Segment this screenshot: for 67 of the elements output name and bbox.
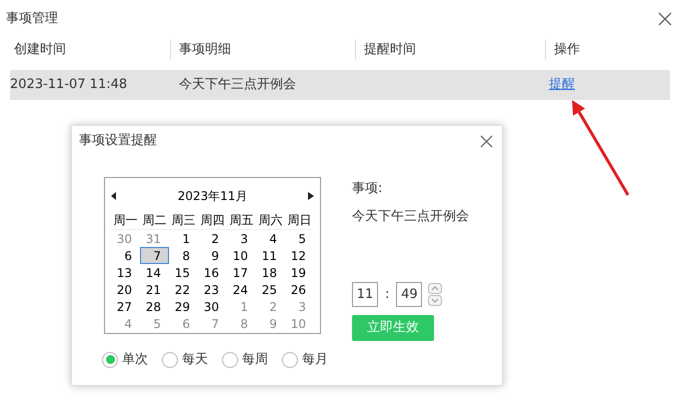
calendar-day[interactable]: 6 bbox=[111, 247, 140, 264]
item-text: 今天下午三点开例会 bbox=[352, 208, 469, 226]
calendar-day[interactable]: 15 bbox=[169, 264, 198, 281]
calendar-day[interactable]: 30 bbox=[198, 298, 227, 315]
radio-label: 每周 bbox=[242, 351, 268, 369]
table-cell: 2023-11-07 11:48 bbox=[10, 77, 128, 92]
column-header: 创建时间 bbox=[14, 41, 66, 60]
next-month-icon[interactable] bbox=[308, 192, 314, 200]
radio-button[interactable] bbox=[102, 352, 118, 368]
previous-month-icon[interactable] bbox=[111, 192, 117, 200]
radio-label: 每月 bbox=[302, 351, 328, 369]
minute-field[interactable]: 49 bbox=[396, 282, 422, 307]
calendar-day[interactable]: 22 bbox=[169, 281, 198, 298]
column-header: 事项明细 bbox=[179, 41, 231, 60]
calendar-day[interactable]: 13 bbox=[111, 264, 140, 281]
calendar-day[interactable]: 12 bbox=[285, 247, 314, 264]
calendar-day[interactable]: 17 bbox=[227, 264, 256, 281]
column-header: 操作 bbox=[554, 41, 580, 60]
time-separator: : bbox=[385, 286, 390, 304]
calendar-day[interactable]: 28 bbox=[140, 298, 169, 315]
calendar-day[interactable]: 5 bbox=[285, 230, 314, 247]
weekday-label: 周六 bbox=[258, 214, 284, 226]
calendar-day[interactable]: 27 bbox=[111, 298, 140, 315]
weekday-label: 周一 bbox=[112, 214, 138, 226]
calendar-day[interactable]: 1 bbox=[169, 230, 198, 247]
dialog-title: 事项设置提醒 bbox=[79, 132, 157, 150]
radio-button[interactable] bbox=[162, 352, 178, 368]
radio-button[interactable] bbox=[282, 352, 298, 368]
hour-field[interactable]: 11 bbox=[352, 282, 378, 307]
calendar-day[interactable]: 2 bbox=[198, 230, 227, 247]
item-label: 事项: bbox=[352, 180, 384, 198]
weekday-label: 周日 bbox=[286, 214, 312, 226]
decrement-icon[interactable] bbox=[428, 295, 442, 306]
calendar-day[interactable]: 7 bbox=[140, 247, 169, 264]
calendar-day[interactable]: 14 bbox=[140, 264, 169, 281]
table-cell: 今天下午三点开例会 bbox=[179, 77, 296, 92]
calendar-day[interactable]: 11 bbox=[256, 247, 285, 264]
calendar-day[interactable]: 4 bbox=[256, 230, 285, 247]
calendar-day[interactable]: 21 bbox=[140, 281, 169, 298]
weekday-label: 周四 bbox=[200, 214, 226, 226]
radio-label: 每天 bbox=[182, 351, 208, 369]
radio-label: 单次 bbox=[122, 351, 148, 369]
weekday-label: 周三 bbox=[170, 214, 196, 226]
calendar-day[interactable]: 29 bbox=[169, 298, 198, 315]
table-row[interactable]: 2023-11-07 11:48 今天下午三点开例会 提醒 bbox=[10, 70, 670, 100]
calendar-day[interactable]: 20 bbox=[111, 281, 140, 298]
calendar-day[interactable]: 10 bbox=[227, 247, 256, 264]
calendar-day[interactable]: 24 bbox=[227, 281, 256, 298]
close-icon[interactable] bbox=[480, 134, 493, 148]
window-title: 事项管理 bbox=[6, 10, 58, 28]
calendar-day[interactable]: 8 bbox=[169, 247, 198, 264]
close-icon[interactable] bbox=[658, 12, 672, 26]
calendar-day[interactable]: 25 bbox=[256, 281, 285, 298]
remind-link[interactable]: 提醒 bbox=[549, 77, 575, 92]
calendar-day[interactable]: 3 bbox=[227, 230, 256, 247]
calendar-day[interactable]: 9 bbox=[198, 247, 227, 264]
calendar-day[interactable]: 18 bbox=[256, 264, 285, 281]
calendar-day[interactable]: 16 bbox=[198, 264, 227, 281]
calendar-day[interactable]: 26 bbox=[285, 281, 314, 298]
radio-button[interactable] bbox=[222, 352, 238, 368]
calendar-day[interactable]: 23 bbox=[198, 281, 227, 298]
month-title: 2023年11月 bbox=[178, 188, 248, 205]
weekday-label: 周五 bbox=[228, 214, 254, 226]
column-header: 提醒时间 bbox=[364, 41, 416, 60]
weekday-label: 周二 bbox=[142, 214, 168, 226]
increment-icon[interactable] bbox=[428, 283, 442, 294]
calendar-day[interactable]: 19 bbox=[285, 264, 314, 281]
